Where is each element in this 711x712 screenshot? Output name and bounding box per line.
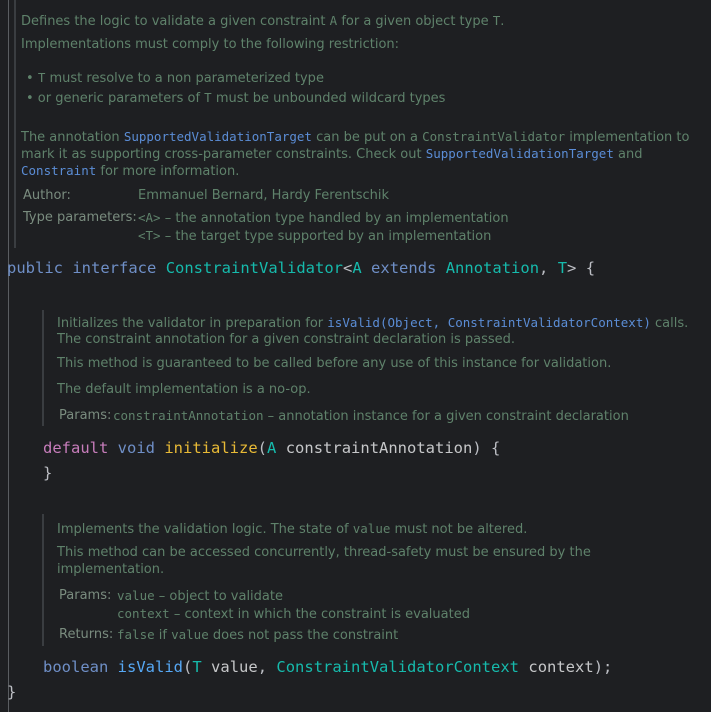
init-params-label: Params: xyxy=(59,408,112,423)
link-isvalid[interactable]: isValid(Object, ConstraintValidatorConte… xyxy=(327,315,651,330)
valid-doc-bar xyxy=(42,514,44,646)
init-doc-line3: This method is guaranteed to be called b… xyxy=(57,356,612,371)
author-value: Emmanuel Bernard, Hardy Ferentschik xyxy=(138,188,389,203)
valid-param-value: value – object to validate xyxy=(117,588,283,604)
valid-params-label: Params: xyxy=(59,588,112,603)
link-supported-validation-target[interactable]: SupportedValidationTarget xyxy=(124,129,312,144)
interface-closing-brace: } xyxy=(7,683,17,701)
author-label: Author: xyxy=(23,188,71,203)
type-param-t: <T> – the target type supported by an im… xyxy=(138,228,492,244)
valid-returns-value: false if value does not pass the constra… xyxy=(117,627,399,643)
valid-param-context: context – context in which the constrain… xyxy=(117,606,470,622)
link-supported-validation-target-2[interactable]: SupportedValidationTarget xyxy=(426,146,614,161)
type-param-a: <A> – the annotation type handled by an … xyxy=(138,210,509,226)
valid-doc-line3: implementation. xyxy=(57,562,165,577)
initialize-closing-brace: } xyxy=(43,464,53,482)
class-doc-para-line3: Constraint for more information. xyxy=(21,163,240,179)
type-params-label: Type parameters: xyxy=(23,210,137,225)
init-param-constraint-annotation: constraintAnnotation – annotation instan… xyxy=(113,408,629,424)
link-constraint[interactable]: Constraint xyxy=(21,163,96,178)
interface-declaration[interactable]: public interface ConstraintValidator<A e… xyxy=(7,258,595,278)
isvalid-method-signature[interactable]: boolean isValid(T value, ConstraintValid… xyxy=(43,657,612,677)
indent-guide xyxy=(8,0,9,712)
class-doc-bullet2: • or generic parameters of T must be unb… xyxy=(26,90,446,106)
class-doc-para-line1: The annotation SupportedValidationTarget… xyxy=(21,129,690,145)
initialize-method-signature[interactable]: default void initialize(A constraintAnno… xyxy=(43,438,500,458)
init-doc-line2: The constraint annotation for a given co… xyxy=(57,332,516,347)
init-doc-bar xyxy=(42,310,44,426)
class-doc-para-line2: mark it as supporting cross-parameter co… xyxy=(21,146,643,162)
valid-returns-label: Returns: xyxy=(59,627,114,642)
class-doc-bar xyxy=(14,0,16,248)
valid-doc-line2: This method can be accessed concurrently… xyxy=(57,545,591,560)
class-doc-line1: Defines the logic to validate a given co… xyxy=(21,13,505,29)
init-doc-line1: Initializes the validator in preparation… xyxy=(57,315,689,331)
class-doc-line2: Implementations must comply to the follo… xyxy=(21,37,400,52)
class-doc-bullet1: • T must resolve to a non parameterized … xyxy=(26,70,324,86)
valid-doc-line1: Implements the validation logic. The sta… xyxy=(57,521,528,537)
init-doc-line4: The default implementation is a no-op. xyxy=(57,382,311,397)
